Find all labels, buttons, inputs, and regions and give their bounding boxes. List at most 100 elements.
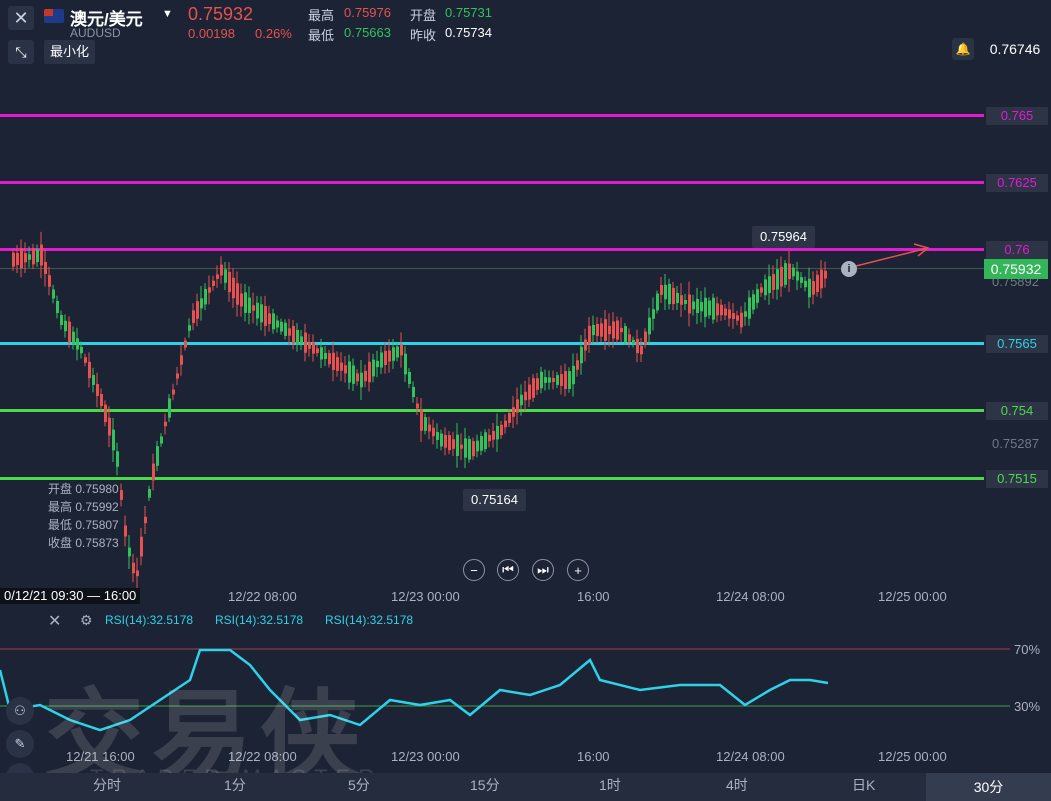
candle — [208, 275, 211, 305]
info-icon[interactable]: i — [841, 261, 857, 277]
candle — [476, 434, 479, 458]
candle — [232, 268, 235, 308]
candle — [448, 431, 451, 455]
candle — [20, 239, 23, 278]
candle — [720, 299, 723, 321]
tf-15m[interactable]: 15分 — [470, 775, 500, 795]
tf-daily[interactable]: 日K — [852, 775, 875, 795]
candle — [104, 400, 107, 427]
candle — [344, 355, 347, 383]
skip-back-icon[interactable]: ⏮ — [497, 559, 519, 581]
candle — [60, 310, 63, 330]
candle — [72, 326, 75, 350]
candle — [184, 337, 187, 351]
crosshair-time: 0/12/21 09:30 — 16:00 — [0, 588, 141, 604]
candle — [268, 305, 271, 332]
candle — [392, 338, 395, 370]
skip-forward-icon[interactable]: ⏭ — [532, 559, 554, 581]
rsi-lower: 30% — [1014, 699, 1041, 714]
candle — [296, 322, 299, 352]
candle — [684, 293, 687, 311]
candle — [500, 421, 503, 439]
candle — [744, 302, 747, 326]
trend-arrow[interactable] — [855, 243, 930, 267]
rsi-x-tick: 12/23 00:00 — [391, 749, 460, 764]
candle — [568, 367, 571, 393]
candle — [820, 259, 823, 299]
rsi-x-tick: 12/24 08:00 — [716, 749, 785, 764]
ohlc-close: 收盘 0.75873 — [48, 536, 119, 550]
candle — [800, 272, 803, 288]
candle — [420, 398, 423, 442]
candle — [812, 271, 815, 305]
candle — [248, 286, 251, 325]
tf-5m[interactable]: 5分 — [348, 775, 370, 795]
candle — [748, 290, 751, 326]
x-tick: 12/25 00:00 — [878, 589, 947, 604]
candle — [372, 353, 375, 383]
tf-tick[interactable]: 分时 — [93, 775, 121, 795]
candle — [360, 360, 363, 400]
candle — [784, 260, 787, 288]
candle — [816, 270, 819, 297]
candle — [76, 327, 79, 361]
candle — [228, 262, 231, 302]
candle — [644, 328, 647, 348]
candle — [256, 295, 259, 326]
candle — [188, 318, 191, 338]
candle — [716, 296, 719, 323]
candle — [212, 275, 215, 291]
candle — [356, 369, 359, 386]
candle — [656, 290, 659, 314]
tf-1h[interactable]: 1时 — [599, 775, 621, 795]
candle — [752, 289, 755, 315]
candle — [768, 264, 771, 305]
indicator-tool-icon[interactable]: ⚇ — [6, 697, 34, 725]
candle — [308, 334, 311, 357]
tf-30m-active[interactable]: 30分 — [926, 773, 1051, 801]
candle — [340, 352, 343, 382]
candle — [604, 309, 607, 351]
candle — [324, 346, 327, 366]
candle — [508, 409, 511, 427]
candle — [796, 261, 799, 291]
zoom-in-icon[interactable]: + — [567, 559, 589, 581]
candle — [460, 433, 463, 461]
candle — [376, 350, 379, 378]
candle — [680, 282, 683, 318]
candle — [544, 369, 547, 391]
candle — [628, 328, 631, 348]
zoom-out-icon[interactable]: − — [463, 559, 485, 581]
candle — [244, 283, 247, 322]
candle — [452, 431, 455, 457]
candle — [708, 297, 711, 319]
candle — [600, 317, 603, 343]
candle — [156, 440, 159, 472]
close-indicator-icon[interactable]: ✕ — [48, 611, 61, 631]
ohlc-low: 最低 0.75807 — [48, 518, 119, 532]
candle — [252, 292, 255, 324]
candle — [224, 262, 227, 290]
candle — [484, 429, 487, 453]
candle — [200, 285, 203, 321]
candle — [692, 295, 695, 316]
candle — [68, 316, 71, 348]
candle — [152, 453, 155, 491]
tf-1m[interactable]: 1分 — [224, 775, 246, 795]
candle — [576, 353, 579, 377]
x-tick: 12/22 08:00 — [228, 589, 297, 604]
ohlc-high: 最高 0.75992 — [48, 500, 119, 514]
candle — [772, 265, 775, 299]
candle — [660, 277, 663, 303]
gear-icon[interactable]: ⚙ — [80, 612, 93, 629]
rsi-x-tick: 12/25 00:00 — [878, 749, 947, 764]
pencil-icon[interactable]: ✎ — [6, 730, 34, 758]
candle — [664, 274, 667, 310]
candle — [488, 428, 491, 448]
candle — [12, 248, 15, 271]
candle — [28, 246, 31, 268]
candle — [92, 367, 95, 393]
candle — [588, 317, 591, 353]
tf-4h[interactable]: 4时 — [726, 775, 748, 795]
candle — [144, 505, 147, 535]
